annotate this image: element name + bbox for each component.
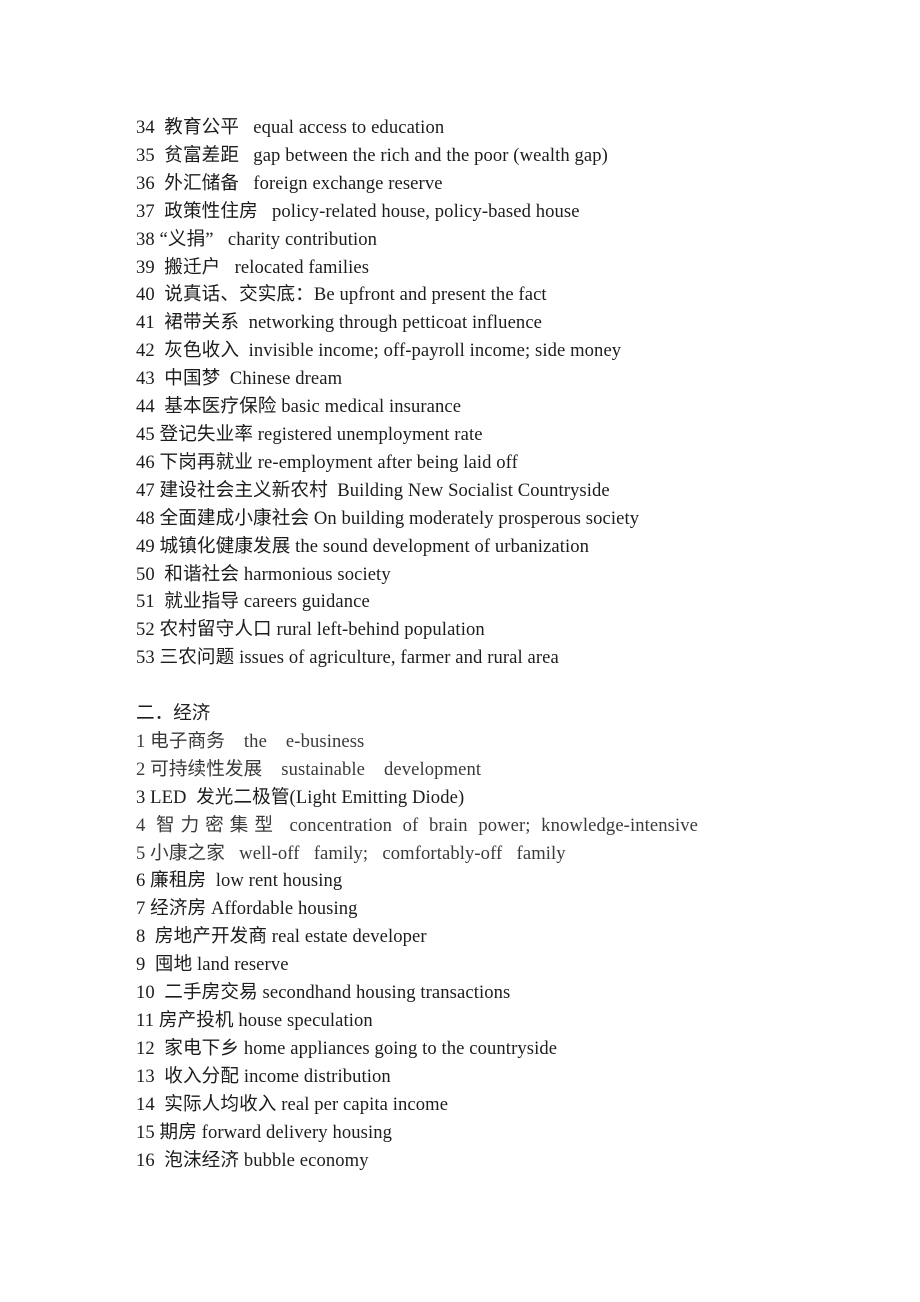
glossary-entry: 43 中国梦 Chinese dream xyxy=(136,368,343,390)
glossary-entry: 39 搬迁户 relocated families xyxy=(136,256,370,278)
glossary-entry: 42 灰色收入 invisible income; off-payroll in… xyxy=(136,340,622,362)
glossary-entry: 4 智力密集型 concentration of brain power; kn… xyxy=(136,814,698,836)
glossary-entry: 2 可持续性发展 sustainable development xyxy=(136,758,482,780)
glossary-entry: 6 廉租房 low rent housing xyxy=(136,870,343,892)
section-heading-economy: 二．经济 xyxy=(136,703,211,725)
glossary-entry: 34 教育公平 equal access to education xyxy=(136,117,445,138)
glossary-entry: 3 LED 发光二极管(Light Emitting Diode) xyxy=(136,786,465,808)
glossary-entry: 9 囤地 land reserve xyxy=(136,954,289,976)
document-page: 34 教育公平 equal access to education 35 贫富差… xyxy=(0,0,920,1302)
glossary-entry: 38 “义捐” charity contribution xyxy=(136,228,378,250)
glossary-entry: 35 贫富差距 gap between the rich and the poo… xyxy=(136,144,608,166)
glossary-entry: 52 农村留守人口 rural left-behind population xyxy=(136,619,485,641)
glossary-entry: 49 城镇化健康发展 the sound development of urba… xyxy=(136,535,590,557)
glossary-entry: 53 三农问题 issues of agriculture, farmer an… xyxy=(136,647,559,669)
glossary-entry: 11 房产投机 house speculation xyxy=(136,1009,373,1031)
glossary-entry: 47 建设社会主义新农村 Building New Socialist Coun… xyxy=(136,479,610,501)
glossary-entry: 1 电子商务 the e-business xyxy=(136,730,365,752)
glossary-entry: 15 期房 forward delivery housing xyxy=(136,1121,393,1143)
glossary-entry: 12 家电下乡 home appliances going to the cou… xyxy=(136,1037,558,1059)
glossary-entry: 8 房地产开发商 real estate developer xyxy=(136,926,427,948)
glossary-entry: 37 政策性住房 policy-related house, policy-ba… xyxy=(136,200,580,222)
glossary-entry: 36 外汇储备 foreign exchange reserve xyxy=(136,172,443,194)
glossary-entry: 48 全面建成小康社会 On building moderately prosp… xyxy=(136,507,640,529)
document-body: 34 教育公平 equal access to education 35 贫富差… xyxy=(136,114,702,1174)
glossary-entry: 16 泡沫经济 bubble economy xyxy=(136,1149,369,1171)
glossary-entry: 40 说真话、交实底：Be upfront and present the fa… xyxy=(136,284,547,306)
glossary-entry: 5 小康之家 well-off family; comfortably-off … xyxy=(136,842,566,864)
glossary-entry: 50 和谐社会 harmonious society xyxy=(136,563,391,585)
glossary-entry: 44 基本医疗保险 basic medical insurance xyxy=(136,396,462,418)
glossary-entry: 46 下岗再就业 re-employment after being laid … xyxy=(136,451,518,473)
glossary-entry: 41 裙带关系 networking through petticoat inf… xyxy=(136,312,543,334)
glossary-entry: 10 二手房交易 secondhand housing transactions xyxy=(136,982,511,1004)
glossary-entry: 51 就业指导 careers guidance xyxy=(136,591,370,613)
glossary-entry: 13 收入分配 income distribution xyxy=(136,1065,391,1087)
glossary-entry: 45 登记失业率 registered unemployment rate xyxy=(136,423,483,445)
glossary-entry: 7 经济房 Affordable housing xyxy=(136,898,358,920)
glossary-entry: 14 实际人均收入 real per capita income xyxy=(136,1093,449,1115)
